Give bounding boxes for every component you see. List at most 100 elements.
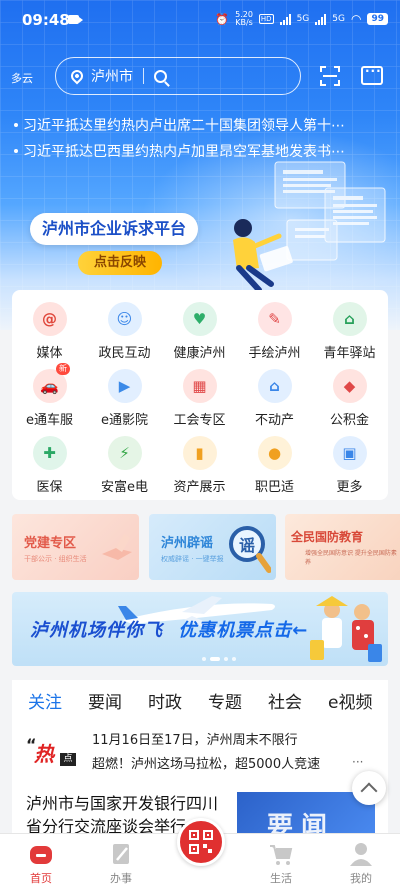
banner-report-button[interactable]: 点击反映 — [78, 251, 162, 275]
service-jobs[interactable]: ● 职巴适 — [237, 430, 312, 500]
bar-chart-icon: ▮ — [182, 436, 217, 470]
scan-icon[interactable] — [320, 66, 340, 86]
service-label: e通影院 — [101, 413, 148, 428]
service-label: 手绘泸州 — [248, 346, 301, 361]
lightning-icon: ⚡ — [107, 436, 142, 470]
more-dots[interactable]: ··· — [352, 755, 363, 769]
airport-banner[interactable]: 泸州机场伴你飞 优惠机票点击← — [12, 592, 388, 666]
nav-home[interactable]: 首页 — [16, 840, 66, 886]
nav-label: 生活 — [270, 872, 292, 885]
tab-politics[interactable]: 时政 — [132, 680, 192, 726]
service-label: 健康泸州 — [173, 346, 226, 361]
defense-education-tile[interactable]: 全民国防教育 增强全民国防意识 提升全民国防素养 — [285, 514, 400, 580]
status-icons: ⏰ 5.20 KB/s HD 5G 5G ◠ 99 — [215, 11, 388, 27]
hot-topic-badge[interactable]: “ 热点 热 点 — [26, 735, 78, 775]
carousel-dot[interactable] — [224, 657, 228, 661]
service-union[interactable]: ▦ 工会专区 — [162, 363, 237, 433]
signal-icon-2 — [315, 13, 327, 25]
service-cinema[interactable]: ▶ e通影院 — [87, 363, 162, 433]
tab-topics[interactable]: 专题 — [192, 680, 252, 726]
city-selector[interactable]: 泸州市 — [91, 66, 133, 86]
service-youth-station[interactable]: ⌂ 青年驿站 — [312, 296, 387, 366]
service-label: 媒体 — [36, 346, 63, 361]
banner-title[interactable]: 泸州市企业诉求平台 — [30, 213, 199, 245]
hot-news-item[interactable]: 超燃！泸州这场马拉松，超5000人竞速 — [92, 753, 320, 772]
service-label: 公积金 — [329, 413, 369, 428]
tile-title: 党建专区 — [24, 536, 77, 551]
weather-label[interactable]: 多云 — [11, 70, 33, 86]
service-label: 安富e电 — [101, 480, 148, 495]
party-building-tile[interactable]: 党建专区 干部公示 · 组织生活 — [12, 514, 139, 580]
qr-code-button[interactable] — [177, 818, 225, 866]
tab-follow[interactable]: 关注 — [12, 680, 72, 726]
nav-service[interactable]: 办事 — [96, 840, 146, 886]
banner-illustration — [233, 161, 386, 293]
battery-indicator: 99 — [367, 13, 388, 25]
rumor-refute-tile[interactable]: 泸州辟谣 权威辟谣 · 一键举报 谣 — [149, 514, 276, 580]
service-hand-drawn[interactable]: ✎ 手绘泸州 — [237, 296, 312, 366]
bullet-icon — [14, 149, 18, 153]
search-icon[interactable] — [154, 69, 167, 83]
hot-label-char: 点 — [60, 753, 76, 766]
money-bag-icon: ◆ — [332, 369, 367, 403]
service-electricity[interactable]: ⚡ 安富e电 — [87, 430, 162, 500]
nav-profile[interactable]: 我的 — [336, 840, 386, 886]
map-pin-icon: ✎ — [257, 302, 292, 336]
news-tabs: 关注 要闻 时政 专题 社会 e视频 — [12, 680, 388, 726]
tile-subtitle: 权威辟谣 · 一键举报 — [161, 555, 224, 563]
nav-life[interactable]: 生活 — [256, 840, 306, 886]
news-section: 关注要闻时政专题社会e视频 “ 热点 热 点 11月16日至17日，泸州周末不限… — [12, 680, 388, 840]
ticker-item[interactable]: 习近平抵达里约热内卢出席二十国集团领导人第十⋯ — [14, 112, 386, 138]
article-thumbnail[interactable]: 要闻 — [237, 792, 375, 840]
signal-icon — [279, 13, 291, 25]
house-icon: ⌂ — [332, 302, 367, 336]
alarm-icon: ⏰ — [215, 12, 230, 26]
video-icon: ▶ — [107, 369, 142, 403]
service-label: 资产展示 — [173, 480, 226, 495]
grid-icon: ▣ — [332, 436, 367, 470]
at-icon: @ — [32, 302, 67, 336]
status-bar: 09:48 ⏰ 5.20 KB/s HD 5G 5G ◠ 99 — [0, 0, 400, 40]
nav-label: 首页 — [30, 872, 52, 885]
search-bar[interactable]: 泸州市 — [55, 57, 301, 95]
service-citizen-interaction[interactable]: ☺ 政民互动 — [87, 296, 162, 366]
hd-label: HD — [258, 14, 274, 24]
service-health[interactable]: ♥ 健康泸州 — [162, 296, 237, 366]
cart-icon — [267, 840, 295, 868]
bullet-icon — [14, 123, 18, 127]
network-label-1: 5G — [296, 14, 310, 24]
network-label-2: 5G — [332, 14, 345, 24]
tab-e-video[interactable]: e视频 — [312, 680, 382, 726]
tab-society[interactable]: 社会 — [252, 680, 312, 726]
service-label: 职巴适 — [254, 480, 294, 495]
service-medical-insurance[interactable]: ✚ 医保 — [12, 430, 87, 500]
service-label: 医保 — [36, 480, 63, 495]
service-car-service[interactable]: 🚗 新 e通车服 — [12, 363, 87, 433]
service-housing-fund[interactable]: ◆ 公积金 — [312, 363, 387, 433]
profile-icon — [347, 840, 375, 868]
tab-headlines[interactable]: 要闻 — [72, 680, 132, 726]
home-icon — [27, 840, 55, 868]
message-icon[interactable] — [361, 64, 383, 85]
scroll-top-button[interactable] — [352, 771, 386, 805]
service-label: 更多 — [336, 480, 363, 495]
service-real-estate[interactable]: ⌂ 不动产 — [237, 363, 312, 433]
net-speed: 5.20 KB/s — [235, 11, 253, 27]
service-more[interactable]: ▣ 更多 — [312, 430, 387, 500]
carousel-dot-active[interactable] — [210, 657, 220, 661]
service-label: 政民互动 — [98, 346, 151, 361]
tile-title: 泸州辟谣 — [161, 536, 214, 551]
service-label: 工会专区 — [173, 413, 226, 428]
tile-title: 全民国防教育 — [291, 530, 364, 544]
carousel-dot[interactable] — [202, 657, 206, 661]
ticker-text: 习近平抵达里约热内卢出席二十国集团领导人第十⋯ — [23, 118, 345, 134]
airport-banner-line-2: 优惠机票点击← — [178, 620, 309, 641]
service-assets[interactable]: ▮ 资产展示 — [162, 430, 237, 500]
hot-news-item[interactable]: 11月16日至17日，泸州周末不限行 — [92, 729, 298, 748]
medical-kit-icon: ✚ — [32, 436, 67, 470]
carousel-dot[interactable] — [232, 657, 236, 661]
worker-icon: ● — [257, 436, 292, 470]
carousel-dots[interactable] — [202, 657, 236, 661]
service-grid: @ 媒体 ☺ 政民互动 ♥ 健康泸州 ✎ 手绘泸州 ⌂ 青年驿站 🚗 新 e通车服 ▶ e通影院 ▦ 工会专区 ⌂… — [12, 290, 388, 500]
service-media[interactable]: @ 媒体 — [12, 296, 87, 366]
